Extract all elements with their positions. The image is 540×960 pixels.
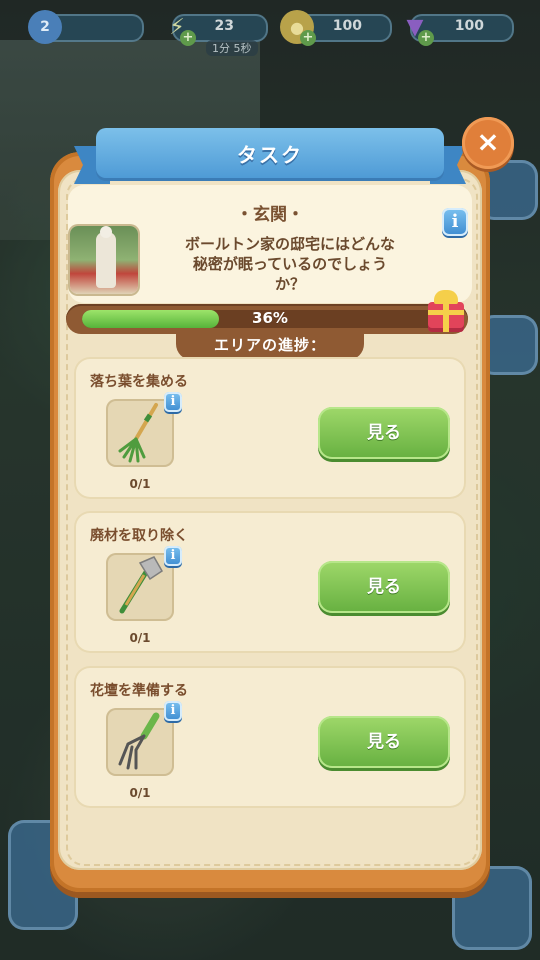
task-count: 0/1 — [129, 477, 151, 491]
task-info-button[interactable]: i — [164, 701, 182, 721]
level-bar: 2 — [28, 10, 144, 44]
gift-ribbon-shape — [428, 310, 464, 315]
gift-bow-shape — [434, 290, 458, 304]
coins-plus-button[interactable]: + — [300, 30, 316, 46]
close-button[interactable]: × — [462, 117, 514, 169]
gift-icon[interactable] — [426, 290, 466, 334]
coins-value: 100 — [332, 18, 362, 34]
gift-ribbon-shape — [443, 302, 449, 332]
area-description: ボールトン家の邸宅にはどんな 秘密が眠っているのでしょう か？ — [160, 234, 420, 294]
level-value: 2 — [40, 19, 50, 35]
panel-title: タスク — [237, 142, 303, 167]
area-thumbnail — [70, 226, 138, 294]
view-button[interactable]: 見る — [318, 716, 450, 768]
task-card: 花壇を準備する i 0/1 見る — [74, 666, 466, 808]
gems-value: 100 — [454, 18, 484, 34]
task-info-button[interactable]: i — [164, 546, 182, 566]
task-count: 0/1 — [129, 786, 151, 800]
title-ribbon: タスク — [96, 128, 444, 178]
statue-head-shape — [100, 226, 112, 238]
task-count: 0/1 — [129, 631, 151, 645]
gems-bar[interactable]: ▼ + 100 — [407, 14, 514, 46]
task-title: 廃材を取り除く — [90, 528, 188, 544]
progress-heading: エリアの進捗： — [213, 336, 326, 354]
gems-plus-button[interactable]: + — [418, 30, 434, 46]
task-title: 花壇を準備する — [90, 683, 188, 699]
area-info-button[interactable]: i — [442, 208, 468, 236]
task-title: 落ち葉を集める — [90, 374, 188, 390]
area-description-line: か？ — [274, 275, 305, 293]
task-card: 落ち葉を集める i 0/1 見る — [74, 357, 466, 499]
energy-value: 23 — [214, 18, 234, 34]
coins-bar[interactable]: ● + 100 — [280, 10, 392, 46]
area-description-line: 秘密が眠っているのでしょう — [192, 255, 388, 273]
area-description-line: ボールトン家の邸宅にはどんな — [184, 235, 395, 253]
statue-shape — [96, 232, 116, 288]
energy-plus-button[interactable]: + — [180, 30, 196, 46]
task-info-button[interactable]: i — [164, 392, 182, 412]
status-bar: 2 ⚡ + 23 1分 5秒 ● + 100 ▼ + 100 — [0, 8, 540, 56]
task-card: 廃材を取り除く i 0/1 見る — [74, 511, 466, 653]
energy-bar[interactable]: ⚡ + 23 — [169, 14, 268, 46]
energy-timer: 1分 5秒 — [206, 40, 258, 56]
level-star-icon: 2 — [28, 10, 62, 44]
view-button[interactable]: 見る — [318, 407, 450, 459]
view-button[interactable]: 見る — [318, 561, 450, 613]
